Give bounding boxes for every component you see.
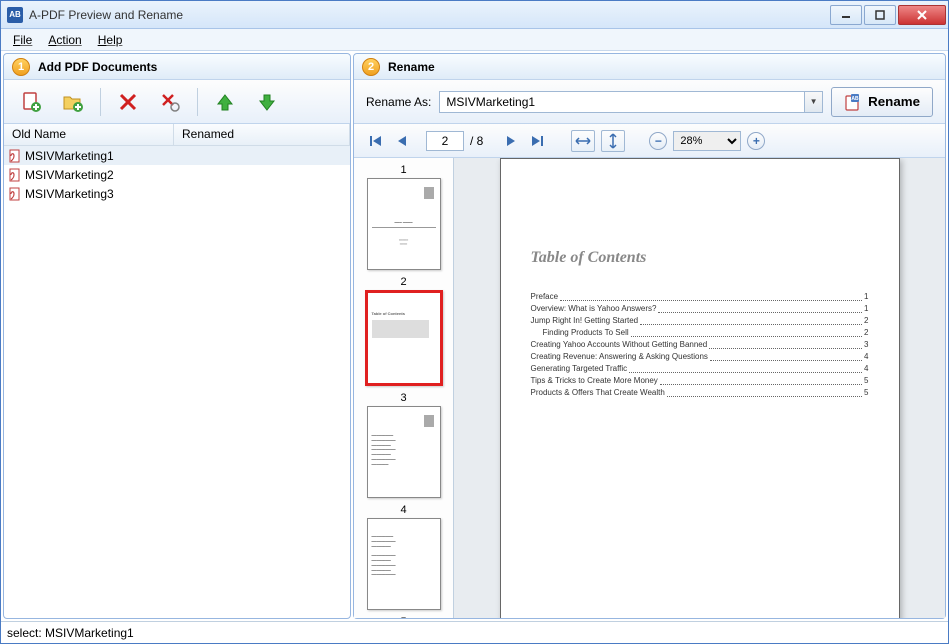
first-page-button[interactable] [366,131,386,151]
pdf-icon [8,149,22,163]
zoom-select[interactable]: 28% [673,131,741,151]
col-old-name[interactable]: Old Name [4,124,174,145]
thumb-page: ━━━━━━━━━━━━━━━━━━━━━━━━━━━━━━━━━━━━━━━━… [367,518,441,610]
right-panel: 2 Rename Rename As: ▼ AB Rename [353,53,946,619]
prev-page-button[interactable] [392,131,412,151]
next-page-button[interactable] [501,131,521,151]
page-canvas: Table of Contents Preface1Overview: What… [500,158,900,618]
thumbnail-item[interactable]: 4━━━━━━━━━━━━━━━━━━━━━━━━━━━━━━━━━━━━━━━… [356,502,451,610]
toc-line: Products & Offers That Create Wealth5 [531,387,869,399]
page-input[interactable] [426,131,464,151]
add-folder-button[interactable] [54,85,92,119]
app-icon: AB [7,7,23,23]
window-controls [828,5,946,25]
toc-line: Overview: What is Yahoo Answers?1 [531,303,869,315]
status-text: select: MSIVMarketing1 [7,626,134,640]
remove-settings-button[interactable] [151,85,189,119]
toc-line: Creating Revenue: Answering & Asking Que… [531,351,869,363]
left-panel-title: Add PDF Documents [38,60,157,74]
menu-action[interactable]: Action [40,31,89,49]
toc-line: Preface1 [531,291,869,303]
rename-dropdown-icon[interactable]: ▼ [805,91,823,113]
menu-file[interactable]: File [5,31,40,49]
app-window: AB A-PDF Preview and Rename File Action … [0,0,949,644]
fit-width-button[interactable] [571,130,595,152]
rename-button[interactable]: AB Rename [831,87,933,117]
content-area: 1 Add PDF Documents [1,51,948,621]
preview-area: 1━━━ ━━━━━━━━━━━━━2Table of Contents3━━━… [354,158,945,618]
menu-help[interactable]: Help [90,31,131,49]
rename-as-label: Rename As: [366,95,431,109]
thumb-page: Table of Contents [365,290,443,386]
right-panel-title: Rename [388,60,435,74]
thumbnail-item[interactable]: 1━━━ ━━━━━━━━━━━━━ [356,162,451,270]
window-title: A-PDF Preview and Rename [29,8,828,22]
move-up-button[interactable] [206,85,244,119]
file-row[interactable]: MSIVMarketing1 [4,146,350,165]
rename-bar: Rename As: ▼ AB Rename [354,80,945,124]
last-page-button[interactable] [527,131,547,151]
right-panel-header: 2 Rename [354,54,945,80]
close-button[interactable] [898,5,946,25]
pdf-icon [8,168,22,182]
toc-line: Jump Right In! Getting Started2 [531,315,869,327]
thumbnail-strip[interactable]: 1━━━ ━━━━━━━━━━━━━2Table of Contents3━━━… [354,158,454,618]
thumb-number: 5 [356,614,451,618]
file-name: MSIVMarketing2 [25,168,114,182]
zoom-in-button[interactable]: + [747,132,765,150]
thumb-number: 3 [356,390,451,406]
file-row[interactable]: MSIVMarketing2 [4,165,350,184]
toolbar-separator [197,88,198,116]
left-panel: 1 Add PDF Documents [3,53,351,619]
thumb-page: ━━━━━━━━━━━━━━━━━━━━━━━━━━━━━━━━━━━━━━━━… [367,406,441,498]
fit-height-button[interactable] [601,130,625,152]
thumb-number: 1 [356,162,451,178]
minimize-button[interactable] [830,5,862,25]
rename-combo: ▼ [439,91,823,113]
thumb-number: 2 [356,274,451,290]
total-pages: / 8 [470,134,483,148]
remove-button[interactable] [109,85,147,119]
left-panel-header: 1 Add PDF Documents [4,54,350,80]
add-file-button[interactable] [12,85,50,119]
thumbnail-item[interactable]: 3━━━━━━━━━━━━━━━━━━━━━━━━━━━━━━━━━━━━━━━… [356,390,451,498]
thumbnail-item[interactable]: 5━━━━━━━━ [356,614,451,618]
pdf-icon [8,187,22,201]
move-down-button[interactable] [248,85,286,119]
file-row[interactable]: MSIVMarketing3 [4,184,350,203]
toc-line: Finding Products To Sell2 [531,327,869,339]
list-header: Old Name Renamed [4,124,350,146]
file-name: MSIVMarketing3 [25,187,114,201]
thumb-number: 4 [356,502,451,518]
file-name: MSIVMarketing1 [25,149,114,163]
thumb-page: ━━━ ━━━━━━━━━━━━━ [367,178,441,270]
rename-button-label: Rename [868,94,920,109]
file-list: Old Name Renamed MSIVMarketing1 MSIVMarke… [4,124,350,618]
left-toolbar [4,80,350,124]
step-badge-2: 2 [362,58,380,76]
menubar: File Action Help [1,29,948,51]
nav-bar: / 8 − 28% + [354,124,945,158]
step-badge-1: 1 [12,58,30,76]
statusbar: select: MSIVMarketing1 [1,621,948,643]
maximize-button[interactable] [864,5,896,25]
rename-input[interactable] [439,91,805,113]
page-view[interactable]: Table of Contents Preface1Overview: What… [454,158,945,618]
toc-title: Table of Contents [531,249,869,267]
thumbnail-item[interactable]: 2Table of Contents [356,274,451,386]
svg-text:AB: AB [852,96,860,102]
titlebar[interactable]: AB A-PDF Preview and Rename [1,1,948,29]
rename-icon: AB [844,93,862,111]
toolbar-separator [100,88,101,116]
toc-line: Creating Yahoo Accounts Without Getting … [531,339,869,351]
zoom-out-button[interactable]: − [649,132,667,150]
toc-line: Generating Targeted Traffic4 [531,363,869,375]
toc-line: Tips & Tricks to Create More Money5 [531,375,869,387]
col-renamed[interactable]: Renamed [174,124,350,145]
